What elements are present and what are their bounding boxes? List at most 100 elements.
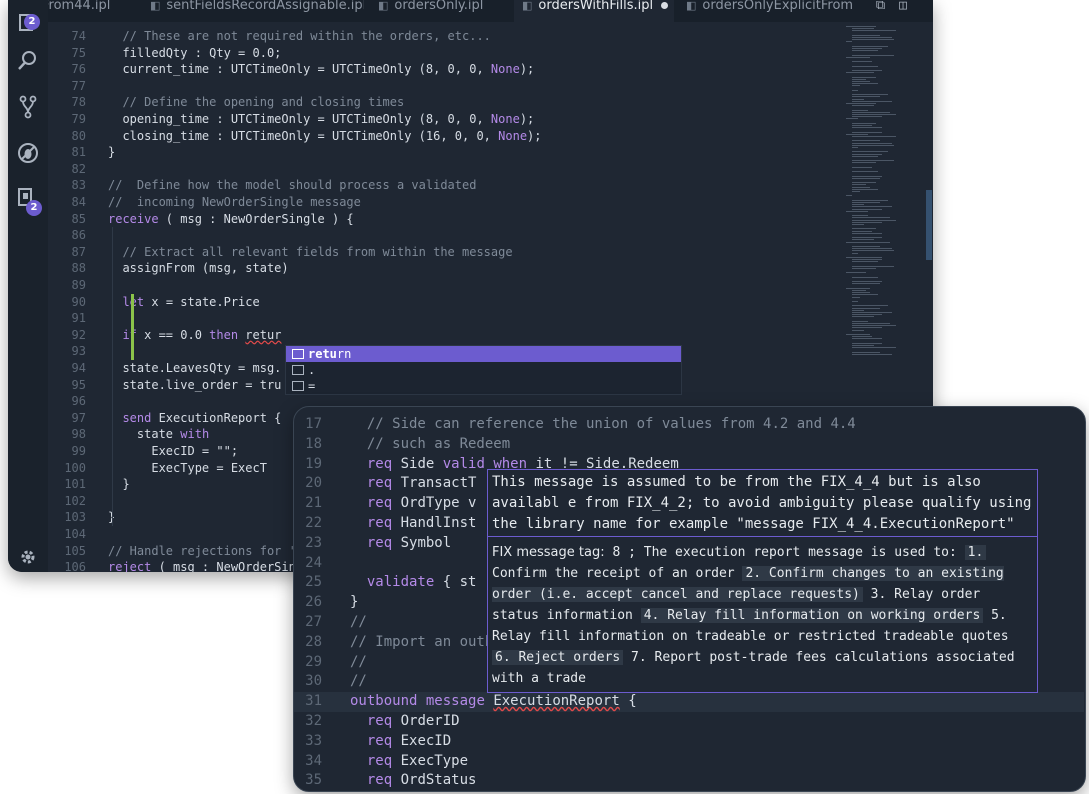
code-token: None	[490, 112, 520, 126]
tab-from44[interactable]: From44.ipl	[42, 0, 150, 22]
code-line[interactable]: 90 let x = state.Price	[48, 294, 260, 311]
code-line[interactable]: 101 }	[48, 476, 129, 493]
line-number: 79	[71, 112, 86, 126]
code-line[interactable]: 22 req HandlInst	[294, 514, 476, 534]
code-line[interactable]: 77	[48, 78, 108, 95]
code-line[interactable]: 28 // Import an outb	[294, 633, 493, 653]
split-editor-icon[interactable]: ◫	[899, 0, 921, 13]
tab-orders-only[interactable]: ◧ ordersOnly.ipl	[378, 0, 504, 22]
code-line[interactable]: 99 ExecID = "";	[48, 443, 239, 460]
minimap-line	[852, 232, 882, 234]
code-line[interactable]: 92 if x == 0.0 then retur	[48, 327, 282, 344]
code-line[interactable]: 79 opening_time : UTCTimeOnly = UTCTimeO…	[48, 111, 535, 128]
code-line[interactable]: 34 req ExecType	[294, 752, 468, 772]
code-line[interactable]: 27 //	[294, 613, 367, 633]
minimap-line	[852, 224, 864, 225]
code-line[interactable]: 20 req TransactT	[294, 474, 476, 494]
code-line[interactable]: 105 // Handle rejections for 'Ne	[48, 543, 310, 560]
code-line[interactable]: 25 validate { st	[294, 573, 476, 593]
code-line[interactable]: 74 // These are not required within the …	[48, 28, 491, 45]
autocomplete-rest: rn	[336, 347, 352, 361]
tab-orders-with-fills[interactable]: ◧ ordersWithFills.ipl	[514, 0, 674, 22]
line-number: 33	[305, 732, 322, 749]
code-line[interactable]: 89	[48, 277, 108, 294]
code-line[interactable]: 102	[48, 493, 108, 510]
minimap-line	[852, 338, 882, 340]
line-number: 25	[305, 574, 322, 591]
minimap-line	[852, 142, 892, 144]
code-line[interactable]: 75 filledQty : Qty = 0.0;	[48, 45, 282, 62]
code-line[interactable]: 91	[48, 310, 108, 327]
code-line[interactable]: 103}	[48, 509, 115, 526]
code-token: with	[180, 427, 210, 442]
tooltip-divider	[488, 536, 1037, 537]
code-token: // Handle rejections for 'Ne	[108, 543, 311, 558]
autocomplete-item[interactable]: =	[286, 378, 681, 394]
code-line[interactable]: 88 assignFrom (msg, state)	[48, 260, 289, 277]
code-line[interactable]: 33 req ExecID	[294, 732, 451, 752]
line-number: 74	[71, 29, 86, 43]
extensions-icon[interactable]: 2	[16, 186, 42, 216]
code-line[interactable]: 82	[48, 161, 108, 178]
code-token: valid	[442, 455, 485, 472]
code-line[interactable]: 30 //	[294, 672, 367, 692]
code-line[interactable]: 26}	[294, 593, 358, 613]
minimap-line	[846, 72, 874, 74]
explorer-icon[interactable]: 2	[16, 12, 40, 36]
minimap-line	[852, 122, 876, 124]
code-token: reject	[108, 560, 152, 572]
code-line[interactable]: 21 req OrdType v	[294, 494, 476, 514]
minimap-line	[852, 85, 860, 87]
code-line[interactable]: 95 state.live_order = tru	[48, 377, 282, 394]
code-line[interactable]: 106 reject ( msg : NewOrderSingl	[48, 559, 310, 572]
source-control-icon[interactable]	[16, 95, 40, 119]
code-line[interactable]: 104	[48, 526, 108, 543]
code-token: req	[366, 475, 393, 492]
code-line[interactable]: 94 state.LeavesQty = msg.	[48, 360, 282, 377]
line-number: 17	[305, 416, 322, 432]
minimap-line	[852, 70, 882, 71]
code-line[interactable]: 87 // Extract all relevant fields from w…	[48, 244, 513, 261]
code-line[interactable]: 35 req OrdStatus	[294, 771, 476, 791]
code-line[interactable]: 97 send ExecutionReport {	[48, 410, 282, 427]
code-line[interactable]: 18 // such as Redeem	[294, 435, 510, 455]
minimap-line	[846, 26, 876, 27]
code-line[interactable]: 24	[294, 554, 350, 574]
code-line[interactable]: 83 // Define how the model should process…	[48, 177, 477, 194]
code-token: state	[136, 427, 181, 442]
minimap-line	[852, 111, 890, 113]
code-line[interactable]: 100 ExecType = ExecT	[48, 460, 267, 477]
line-number: 106	[64, 560, 86, 572]
code-line[interactable]: 31 outbound message ExecutionReport {	[294, 692, 636, 712]
line-number: 96	[71, 394, 86, 409]
code-line[interactable]: 32 req OrderID	[294, 712, 459, 732]
autocomplete-item[interactable]: return	[286, 346, 681, 362]
code-line[interactable]: 93	[48, 343, 108, 360]
scrollbar-thumb[interactable]	[926, 190, 932, 260]
tab-orders-only-explicit[interactable]: ◧ ordersOnlyExplicitFrom42	[678, 0, 853, 22]
code-line[interactable]: 96	[48, 393, 108, 410]
code-line[interactable]: 98 state with	[48, 426, 210, 443]
debug-icon[interactable]	[16, 141, 40, 165]
code-line[interactable]: 85 receive ( msg : NewOrderSingle ) {	[48, 211, 354, 228]
minimap-line	[852, 28, 874, 30]
code-line[interactable]: 29 //	[294, 653, 367, 673]
code-line[interactable]: 81}	[48, 144, 116, 161]
code-line[interactable]: 78 // Define the opening and closing tim…	[48, 94, 405, 111]
code-line[interactable]: 23 req Symbol	[294, 534, 451, 554]
code-line[interactable]: 17 // Side can reference the union of va…	[294, 415, 856, 435]
code-line[interactable]: 80 closing_time : UTCTimeOnly = UTCTimeO…	[48, 128, 542, 145]
autocomplete-item[interactable]: .	[286, 362, 681, 378]
settings-gear-icon[interactable]	[16, 545, 40, 569]
search-icon[interactable]	[16, 48, 40, 72]
code-line[interactable]: 76 current_time : UTCTimeOnly = UTCTimeO…	[48, 61, 535, 78]
minimap-line	[852, 294, 878, 296]
tab-sent-fields[interactable]: ◧ sentFieldsRecordAssignable.ipl	[150, 0, 364, 22]
open-preview-icon[interactable]: ⧉	[876, 0, 899, 13]
minimap-line	[852, 276, 878, 278]
code-line[interactable]: 86	[48, 227, 108, 244]
code-line[interactable]: 84 // incoming NewOrderSingle message	[48, 194, 361, 211]
